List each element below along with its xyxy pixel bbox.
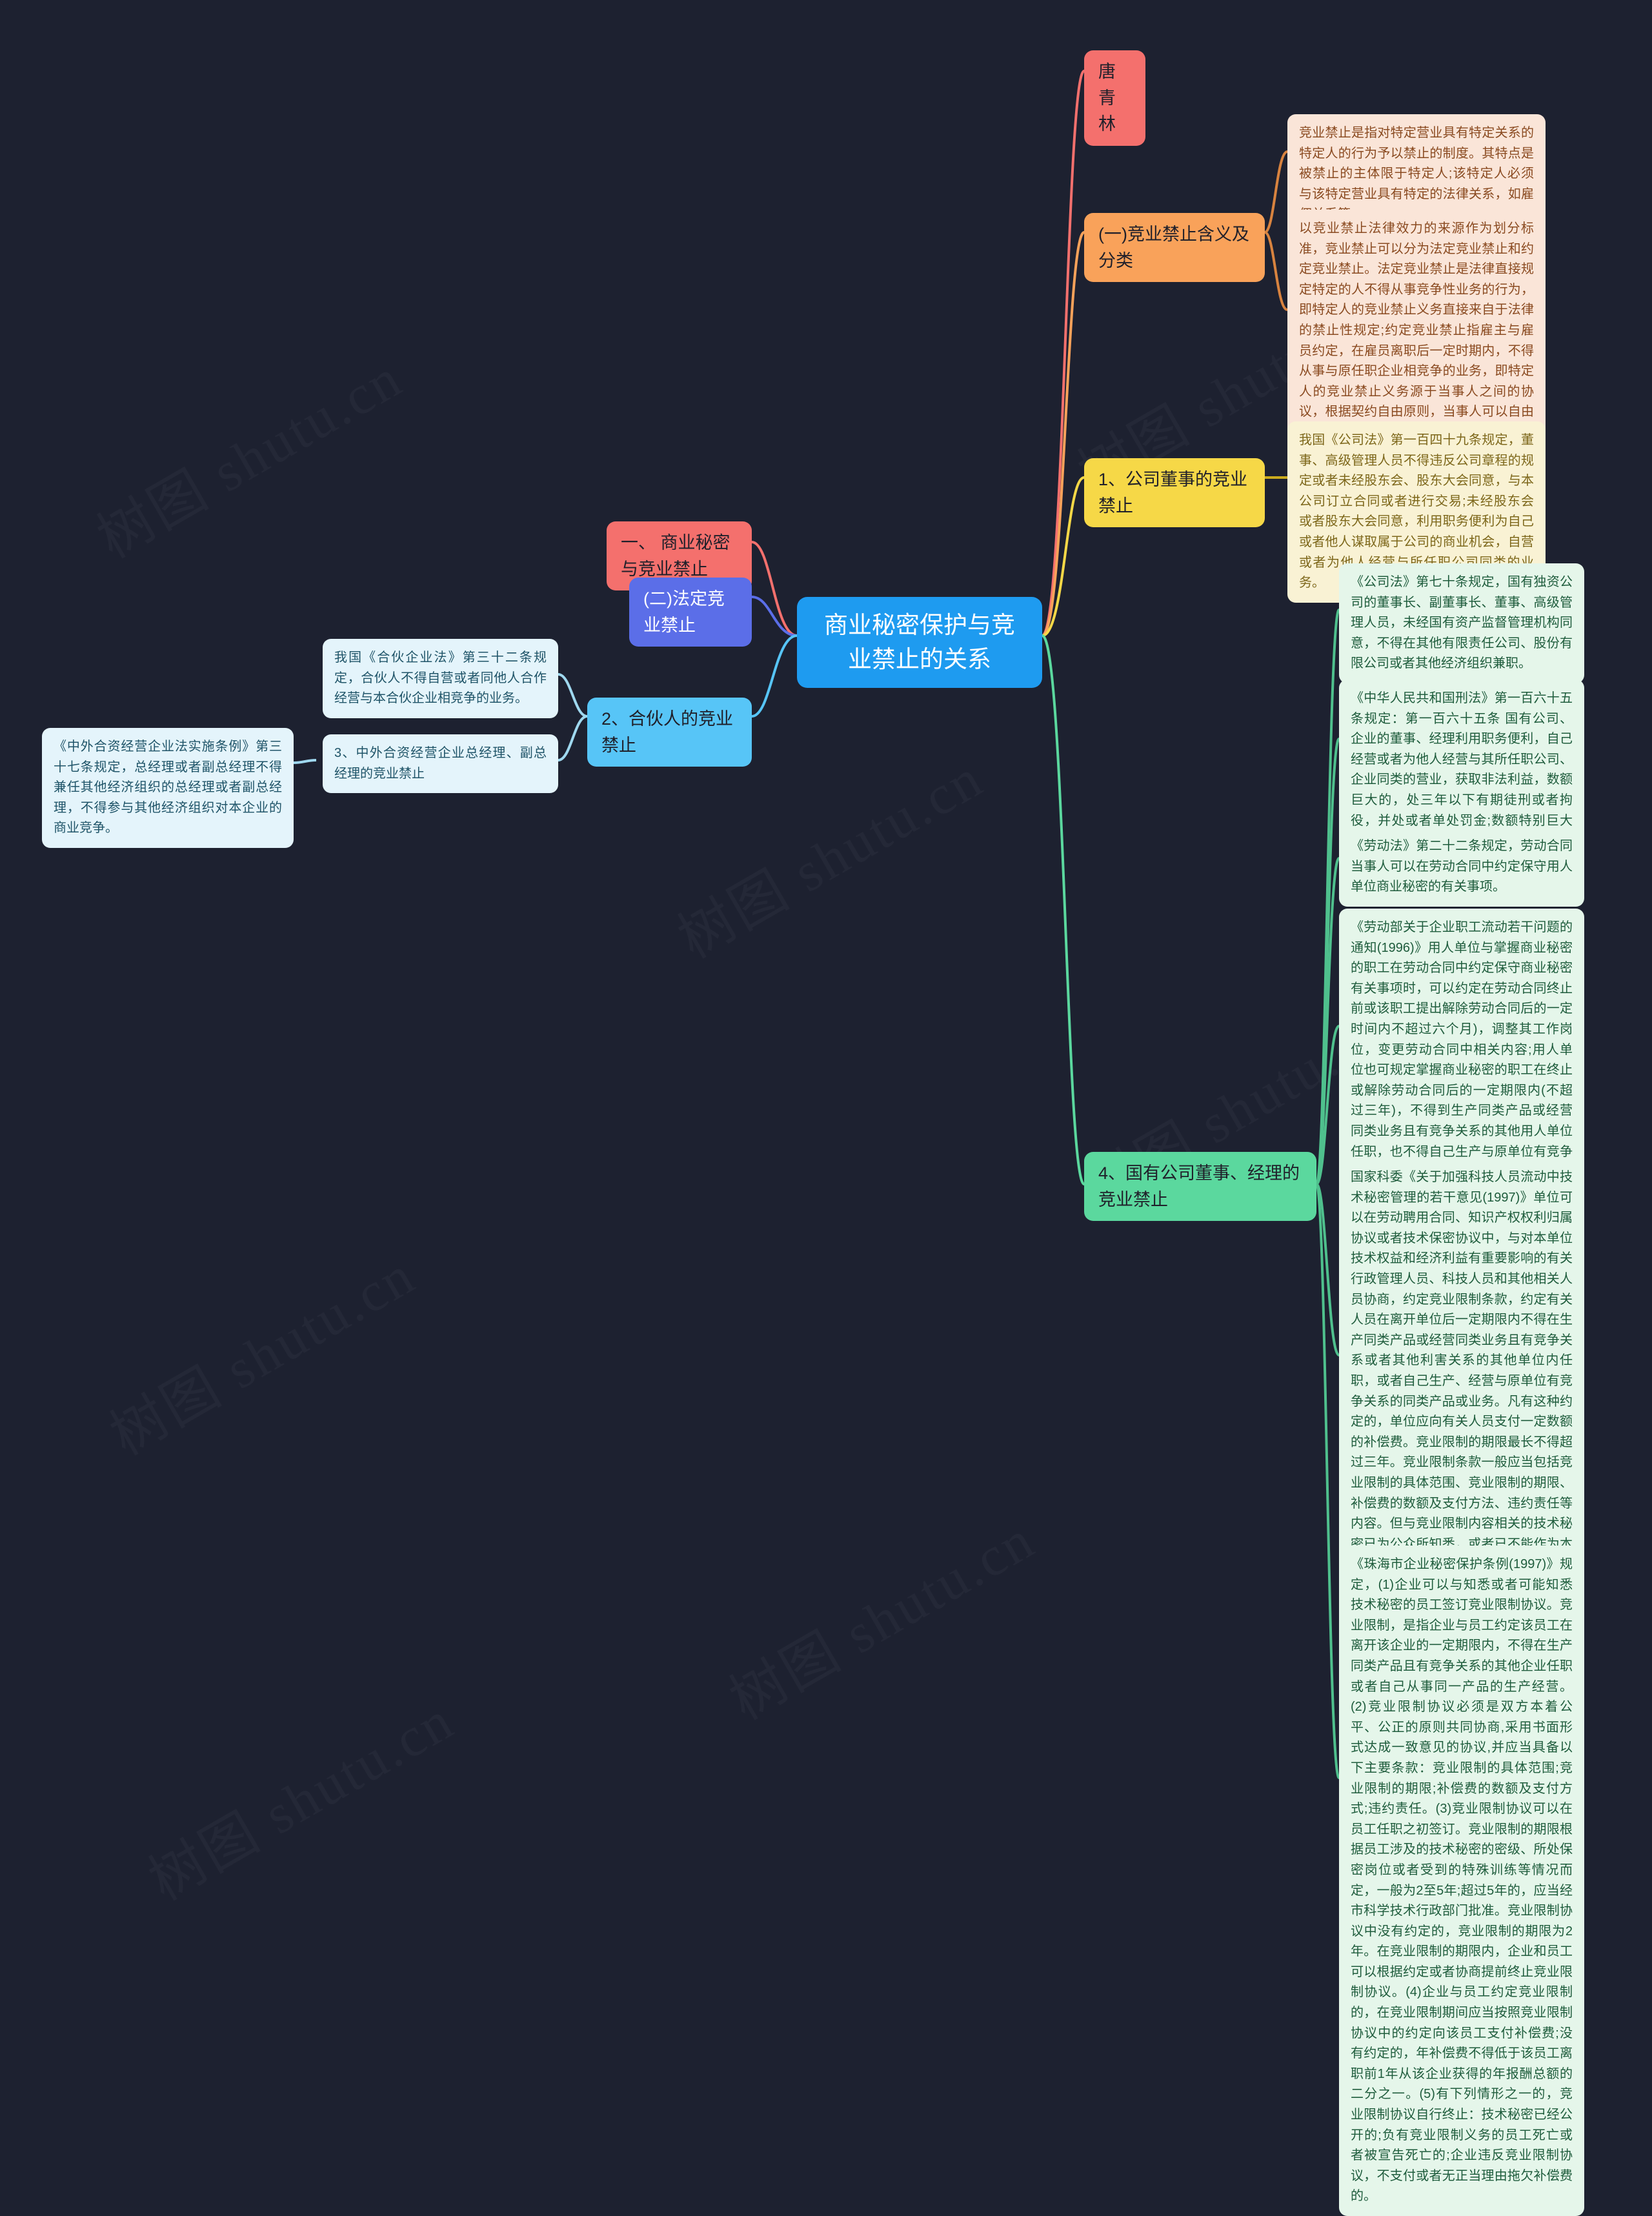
root-node[interactable]: 商业秘密保护与竞业禁止的关系	[797, 597, 1042, 689]
left-note-jv-regulation[interactable]: 《中外合资经营企业法实施条例》第三十七条规定，总经理或者副总经理不得兼任其他经济…	[42, 728, 294, 848]
right-note-company-law-70[interactable]: 《公司法》第七十条规定，国有独资公司的董事长、副董事长、董事、高级管理人员，未经…	[1339, 563, 1584, 683]
right-note-labor-law-22[interactable]: 《劳动法》第二十二条规定，劳动合同当事人可以在劳动合同中约定保守用人单位商业秘密…	[1339, 827, 1584, 907]
left-topic-statutory-noncompete[interactable]: (二)法定竞业禁止	[629, 578, 752, 647]
right-topic-definition[interactable]: (一)竞业禁止含义及分类	[1084, 213, 1265, 282]
watermark: 树图 shutu.cn	[712, 1495, 1047, 1735]
right-topic-soe-noncompete[interactable]: 4、国有公司董事、经理的竞业禁止	[1084, 1152, 1316, 1221]
left-topic-jv-manager-noncompete[interactable]: 3、中外合资经营企业总经理、副总经理的竞业禁止	[323, 734, 558, 794]
left-topic-partner-noncompete[interactable]: 2、合伙人的竞业禁止	[587, 698, 752, 767]
watermark: 树图 shutu.cn	[80, 334, 415, 574]
watermark: 树图 shutu.cn	[132, 1676, 467, 1916]
right-topic-director-noncompete[interactable]: 1、公司董事的竞业禁止	[1084, 458, 1265, 527]
mindmap-canvas: 树图 shutu.cn 树图 shutu.cn 树图 shutu.cn 树图 s…	[0, 0, 1652, 2216]
right-note-zhuhai-1997[interactable]: 《珠海市企业秘密保护条例(1997)》规定，(1)企业可以与知悉或者可能知悉技术…	[1339, 1546, 1584, 2216]
watermark: 树图 shutu.cn	[93, 1231, 428, 1471]
watermark: 树图 shutu.cn	[661, 734, 996, 974]
right-author-node[interactable]: 唐青林	[1084, 50, 1145, 146]
left-note-partnership-law[interactable]: 我国《合伙企业法》第三十二条规定，合伙人不得自营或者同他人合作经营与本合伙企业相…	[323, 639, 558, 718]
